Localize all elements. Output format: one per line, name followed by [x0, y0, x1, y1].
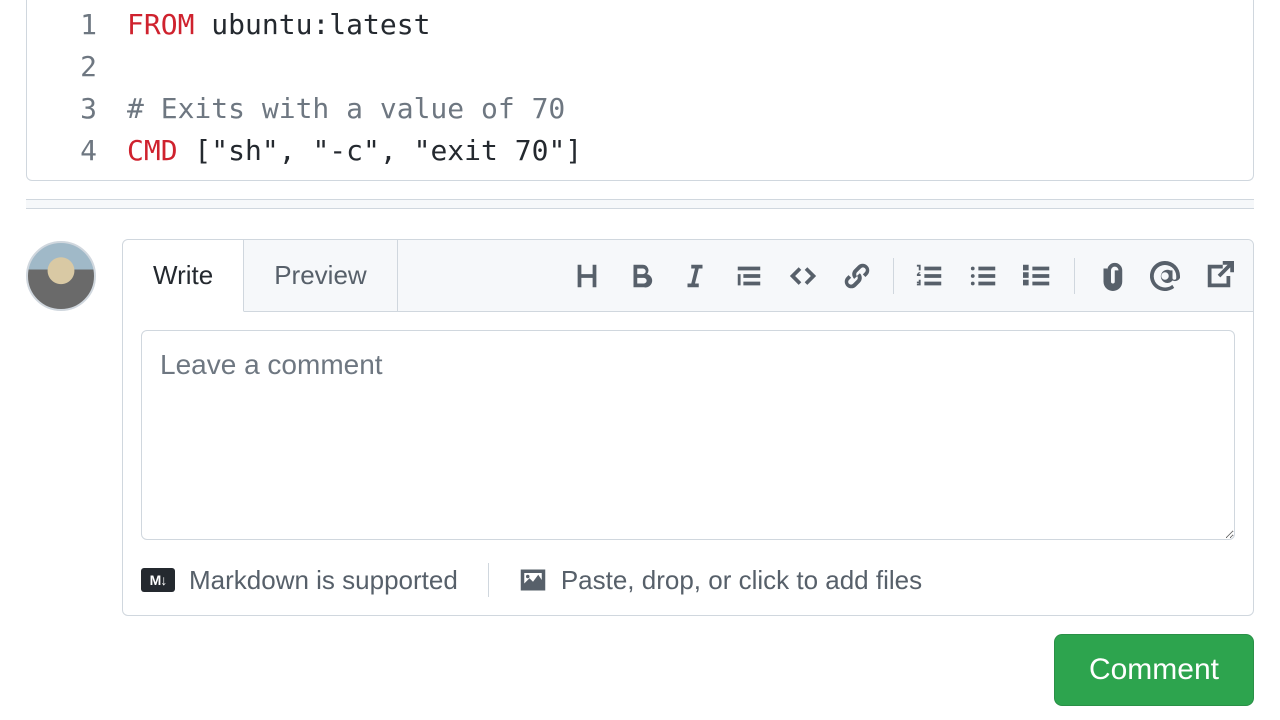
avatar[interactable] — [26, 241, 96, 311]
line-number: 1 — [27, 4, 127, 46]
line-number: 2 — [27, 46, 127, 88]
composer-tabs: Write Preview — [123, 240, 398, 311]
link-icon[interactable] — [839, 258, 875, 294]
code-line: 3 # Exits with a value of 70 — [27, 88, 1253, 130]
code-block: 1 FROM ubuntu:latest 2 3 # Exits with a … — [26, 0, 1254, 181]
formatting-toolbar — [553, 240, 1253, 311]
code-line: 1 FROM ubuntu:latest — [27, 4, 1253, 46]
footer-separator — [488, 563, 489, 597]
upload-hint[interactable]: Paste, drop, or click to add files — [519, 565, 922, 596]
line-number: 3 — [27, 88, 127, 130]
line-number: 4 — [27, 130, 127, 172]
comment-composer: Write Preview — [122, 239, 1254, 616]
tab-write[interactable]: Write — [123, 240, 244, 312]
quote-icon[interactable] — [731, 258, 767, 294]
mention-icon[interactable] — [1147, 258, 1183, 294]
heading-icon[interactable] — [569, 258, 605, 294]
attach-icon[interactable] — [1093, 258, 1129, 294]
task-list-icon[interactable] — [1020, 258, 1056, 294]
tab-preview[interactable]: Preview — [244, 240, 397, 311]
markdown-hint[interactable]: M↓ Markdown is supported — [141, 565, 458, 596]
code-content: # Exits with a value of 70 — [127, 88, 565, 130]
section-divider — [26, 199, 1254, 209]
code-content: CMD ["sh", "-c", "exit 70"] — [127, 130, 582, 172]
bulleted-list-icon[interactable] — [966, 258, 1002, 294]
markdown-icon: M↓ — [141, 568, 175, 592]
composer-header: Write Preview — [123, 240, 1253, 312]
italic-icon[interactable] — [677, 258, 713, 294]
composer-footer: M↓ Markdown is supported Paste, drop, or… — [123, 563, 1253, 615]
code-line: 4 CMD ["sh", "-c", "exit 70"] — [27, 130, 1253, 172]
code-icon[interactable] — [785, 258, 821, 294]
code-content: FROM ubuntu:latest — [127, 4, 430, 46]
bold-icon[interactable] — [623, 258, 659, 294]
reference-icon[interactable] — [1201, 258, 1237, 294]
image-icon — [519, 566, 547, 594]
code-line: 2 — [27, 46, 1253, 88]
comment-input[interactable] — [141, 330, 1235, 540]
comment-button[interactable]: Comment — [1054, 634, 1254, 706]
numbered-list-icon[interactable] — [912, 258, 948, 294]
